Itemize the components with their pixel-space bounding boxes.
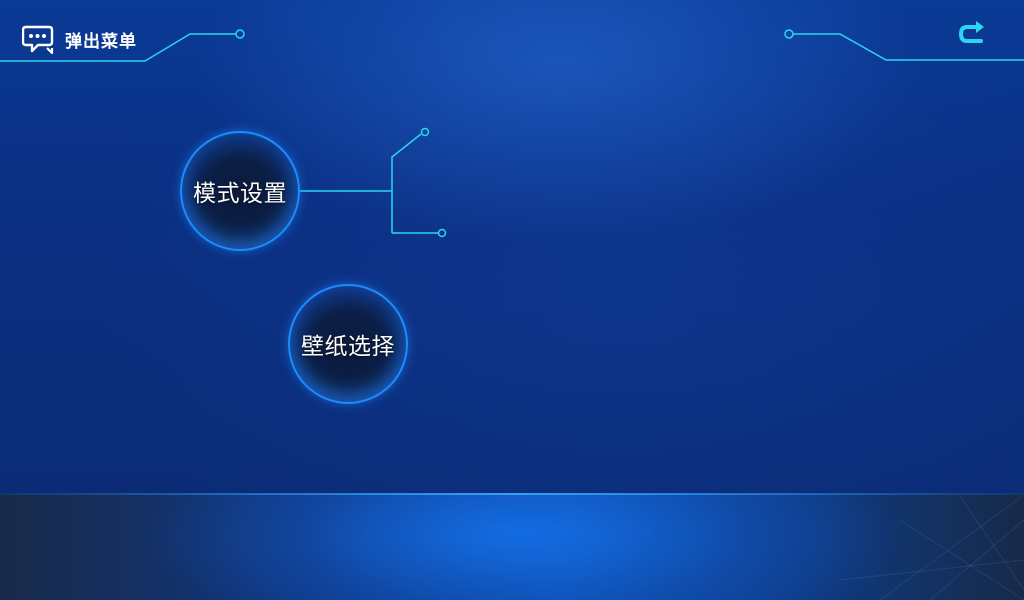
page-title: 弹出菜单 xyxy=(65,32,137,52)
return-arrow-icon xyxy=(958,21,984,43)
popup-menu-screen: 弹出菜单 模式设置 壁纸选择 xyxy=(0,0,1024,600)
wallpaper-select-label: 壁纸选择 xyxy=(301,334,395,360)
mode-settings-button[interactable]: 模式设置 xyxy=(180,131,300,251)
mode-settings-label: 模式设置 xyxy=(193,181,287,207)
wallpaper-select-button[interactable]: 壁纸选择 xyxy=(288,284,408,404)
floor-glow xyxy=(0,494,1024,600)
back-button[interactable] xyxy=(952,18,992,52)
chat-bubbles-icon xyxy=(22,25,54,55)
floor-edge-line xyxy=(0,493,1024,495)
